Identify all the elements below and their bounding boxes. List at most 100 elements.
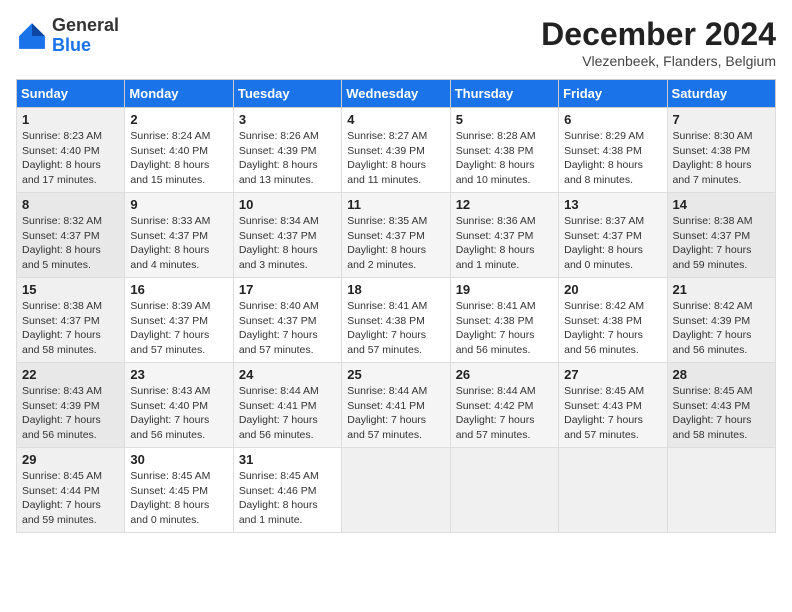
day-number: 24 xyxy=(239,367,336,382)
day-info: Sunrise: 8:24 AMSunset: 4:40 PMDaylight:… xyxy=(130,129,227,188)
day-number: 8 xyxy=(22,197,119,212)
day-number: 9 xyxy=(130,197,227,212)
day-info: Sunrise: 8:30 AMSunset: 4:38 PMDaylight:… xyxy=(673,129,770,188)
day-info: Sunrise: 8:45 AMSunset: 4:45 PMDaylight:… xyxy=(130,469,227,528)
calendar-cell: 2 Sunrise: 8:24 AMSunset: 4:40 PMDaylight… xyxy=(125,108,233,193)
month-title: December 2024 xyxy=(541,16,776,53)
calendar-cell: 27Sunrise: 8:45 AMSunset: 4:43 PMDayligh… xyxy=(559,363,667,448)
calendar-cell: 13Sunrise: 8:37 AMSunset: 4:37 PMDayligh… xyxy=(559,193,667,278)
day-number: 26 xyxy=(456,367,553,382)
title-section: December 2024 Vlezenbeek, Flanders, Belg… xyxy=(541,16,776,69)
day-info: Sunrise: 8:41 AMSunset: 4:38 PMDaylight:… xyxy=(456,299,553,358)
day-number: 4 xyxy=(347,112,444,127)
logo: General Blue xyxy=(16,16,119,56)
day-number: 22 xyxy=(22,367,119,382)
day-info: Sunrise: 8:32 AMSunset: 4:37 PMDaylight:… xyxy=(22,214,119,273)
location-subtitle: Vlezenbeek, Flanders, Belgium xyxy=(541,53,776,69)
calendar-cell: 10 Sunrise: 8:34 AMSunset: 4:37 PMDayligh… xyxy=(233,193,341,278)
day-of-week-header: Saturday xyxy=(667,80,775,108)
day-info: Sunrise: 8:34 AMSunset: 4:37 PMDaylight:… xyxy=(239,214,336,273)
day-of-week-header: Thursday xyxy=(450,80,558,108)
calendar-cell: 28Sunrise: 8:45 AMSunset: 4:43 PMDayligh… xyxy=(667,363,775,448)
day-info: Sunrise: 8:42 AMSunset: 4:38 PMDaylight:… xyxy=(564,299,661,358)
day-of-week-header: Wednesday xyxy=(342,80,450,108)
calendar-cell: 26 Sunrise: 8:44 AMSunset: 4:42 PMDayligh… xyxy=(450,363,558,448)
day-number: 16 xyxy=(130,282,227,297)
calendar-cell: 21 Sunrise: 8:42 AMSunset: 4:39 PMDayligh… xyxy=(667,278,775,363)
calendar-cell: 29Sunrise: 8:45 AMSunset: 4:44 PMDayligh… xyxy=(17,448,125,533)
calendar-cell: 25Sunrise: 8:44 AMSunset: 4:41 PMDayligh… xyxy=(342,363,450,448)
calendar-cell: 9 Sunrise: 8:33 AMSunset: 4:37 PMDaylight… xyxy=(125,193,233,278)
day-number: 1 xyxy=(22,112,119,127)
day-number: 17 xyxy=(239,282,336,297)
calendar-week-row: 8 Sunrise: 8:32 AMSunset: 4:37 PMDaylight… xyxy=(17,193,776,278)
calendar-cell: 8 Sunrise: 8:32 AMSunset: 4:37 PMDaylight… xyxy=(17,193,125,278)
calendar-cell: 5 Sunrise: 8:28 AMSunset: 4:38 PMDaylight… xyxy=(450,108,558,193)
day-number: 31 xyxy=(239,452,336,467)
day-info: Sunrise: 8:35 AMSunset: 4:37 PMDaylight:… xyxy=(347,214,444,273)
calendar-table: SundayMondayTuesdayWednesdayThursdayFrid… xyxy=(16,79,776,533)
calendar-cell: 1 Sunrise: 8:23 AMSunset: 4:40 PMDaylight… xyxy=(17,108,125,193)
calendar-cell xyxy=(667,448,775,533)
calendar-cell xyxy=(559,448,667,533)
day-info: Sunrise: 8:44 AMSunset: 4:41 PMDaylight:… xyxy=(347,384,444,443)
day-of-week-header: Sunday xyxy=(17,80,125,108)
day-info: Sunrise: 8:26 AMSunset: 4:39 PMDaylight:… xyxy=(239,129,336,188)
day-number: 27 xyxy=(564,367,661,382)
calendar-cell: 11 Sunrise: 8:35 AMSunset: 4:37 PMDayligh… xyxy=(342,193,450,278)
day-number: 6 xyxy=(564,112,661,127)
calendar-cell: 19 Sunrise: 8:41 AMSunset: 4:38 PMDayligh… xyxy=(450,278,558,363)
day-number: 12 xyxy=(456,197,553,212)
calendar-cell: 22 Sunrise: 8:43 AMSunset: 4:39 PMDayligh… xyxy=(17,363,125,448)
day-number: 3 xyxy=(239,112,336,127)
day-info: Sunrise: 8:41 AMSunset: 4:38 PMDaylight:… xyxy=(347,299,444,358)
calendar-week-row: 29Sunrise: 8:45 AMSunset: 4:44 PMDayligh… xyxy=(17,448,776,533)
day-number: 20 xyxy=(564,282,661,297)
day-info: Sunrise: 8:33 AMSunset: 4:37 PMDaylight:… xyxy=(130,214,227,273)
logo-icon xyxy=(16,20,48,52)
calendar-cell: 18Sunrise: 8:41 AMSunset: 4:38 PMDayligh… xyxy=(342,278,450,363)
calendar-week-row: 22 Sunrise: 8:43 AMSunset: 4:39 PMDayligh… xyxy=(17,363,776,448)
day-info: Sunrise: 8:44 AMSunset: 4:41 PMDaylight:… xyxy=(239,384,336,443)
calendar-cell xyxy=(450,448,558,533)
calendar-cell: 15 Sunrise: 8:38 AMSunset: 4:37 PMDayligh… xyxy=(17,278,125,363)
day-info: Sunrise: 8:45 AMSunset: 4:46 PMDaylight:… xyxy=(239,469,336,528)
calendar-cell: 16 Sunrise: 8:39 AMSunset: 4:37 PMDayligh… xyxy=(125,278,233,363)
calendar-cell: 23Sunrise: 8:43 AMSunset: 4:40 PMDayligh… xyxy=(125,363,233,448)
day-info: Sunrise: 8:39 AMSunset: 4:37 PMDaylight:… xyxy=(130,299,227,358)
day-number: 7 xyxy=(673,112,770,127)
day-info: Sunrise: 8:43 AMSunset: 4:40 PMDaylight:… xyxy=(130,384,227,443)
day-of-week-header: Monday xyxy=(125,80,233,108)
day-info: Sunrise: 8:27 AMSunset: 4:39 PMDaylight:… xyxy=(347,129,444,188)
calendar-cell: 3 Sunrise: 8:26 AMSunset: 4:39 PMDaylight… xyxy=(233,108,341,193)
day-info: Sunrise: 8:28 AMSunset: 4:38 PMDaylight:… xyxy=(456,129,553,188)
day-info: Sunrise: 8:43 AMSunset: 4:39 PMDaylight:… xyxy=(22,384,119,443)
day-number: 21 xyxy=(673,282,770,297)
day-info: Sunrise: 8:38 AMSunset: 4:37 PMDaylight:… xyxy=(22,299,119,358)
calendar-cell xyxy=(342,448,450,533)
calendar-cell: 24 Sunrise: 8:44 AMSunset: 4:41 PMDayligh… xyxy=(233,363,341,448)
calendar-cell: 30 Sunrise: 8:45 AMSunset: 4:45 PMDayligh… xyxy=(125,448,233,533)
day-number: 15 xyxy=(22,282,119,297)
calendar-cell: 14Sunrise: 8:38 AMSunset: 4:37 PMDayligh… xyxy=(667,193,775,278)
day-number: 11 xyxy=(347,197,444,212)
day-number: 2 xyxy=(130,112,227,127)
calendar-cell: 7 Sunrise: 8:30 AMSunset: 4:38 PMDaylight… xyxy=(667,108,775,193)
calendar-cell: 4 Sunrise: 8:27 AMSunset: 4:39 PMDaylight… xyxy=(342,108,450,193)
day-number: 10 xyxy=(239,197,336,212)
logo-text: General Blue xyxy=(52,16,119,56)
day-info: Sunrise: 8:44 AMSunset: 4:42 PMDaylight:… xyxy=(456,384,553,443)
day-number: 28 xyxy=(673,367,770,382)
calendar-week-row: 15 Sunrise: 8:38 AMSunset: 4:37 PMDayligh… xyxy=(17,278,776,363)
day-info: Sunrise: 8:23 AMSunset: 4:40 PMDaylight:… xyxy=(22,129,119,188)
calendar-week-row: 1 Sunrise: 8:23 AMSunset: 4:40 PMDaylight… xyxy=(17,108,776,193)
day-info: Sunrise: 8:42 AMSunset: 4:39 PMDaylight:… xyxy=(673,299,770,358)
calendar-cell: 12 Sunrise: 8:36 AMSunset: 4:37 PMDayligh… xyxy=(450,193,558,278)
day-number: 5 xyxy=(456,112,553,127)
day-number: 19 xyxy=(456,282,553,297)
day-number: 30 xyxy=(130,452,227,467)
day-info: Sunrise: 8:36 AMSunset: 4:37 PMDaylight:… xyxy=(456,214,553,273)
day-of-week-header: Tuesday xyxy=(233,80,341,108)
calendar-cell: 31 Sunrise: 8:45 AMSunset: 4:46 PMDayligh… xyxy=(233,448,341,533)
day-number: 14 xyxy=(673,197,770,212)
